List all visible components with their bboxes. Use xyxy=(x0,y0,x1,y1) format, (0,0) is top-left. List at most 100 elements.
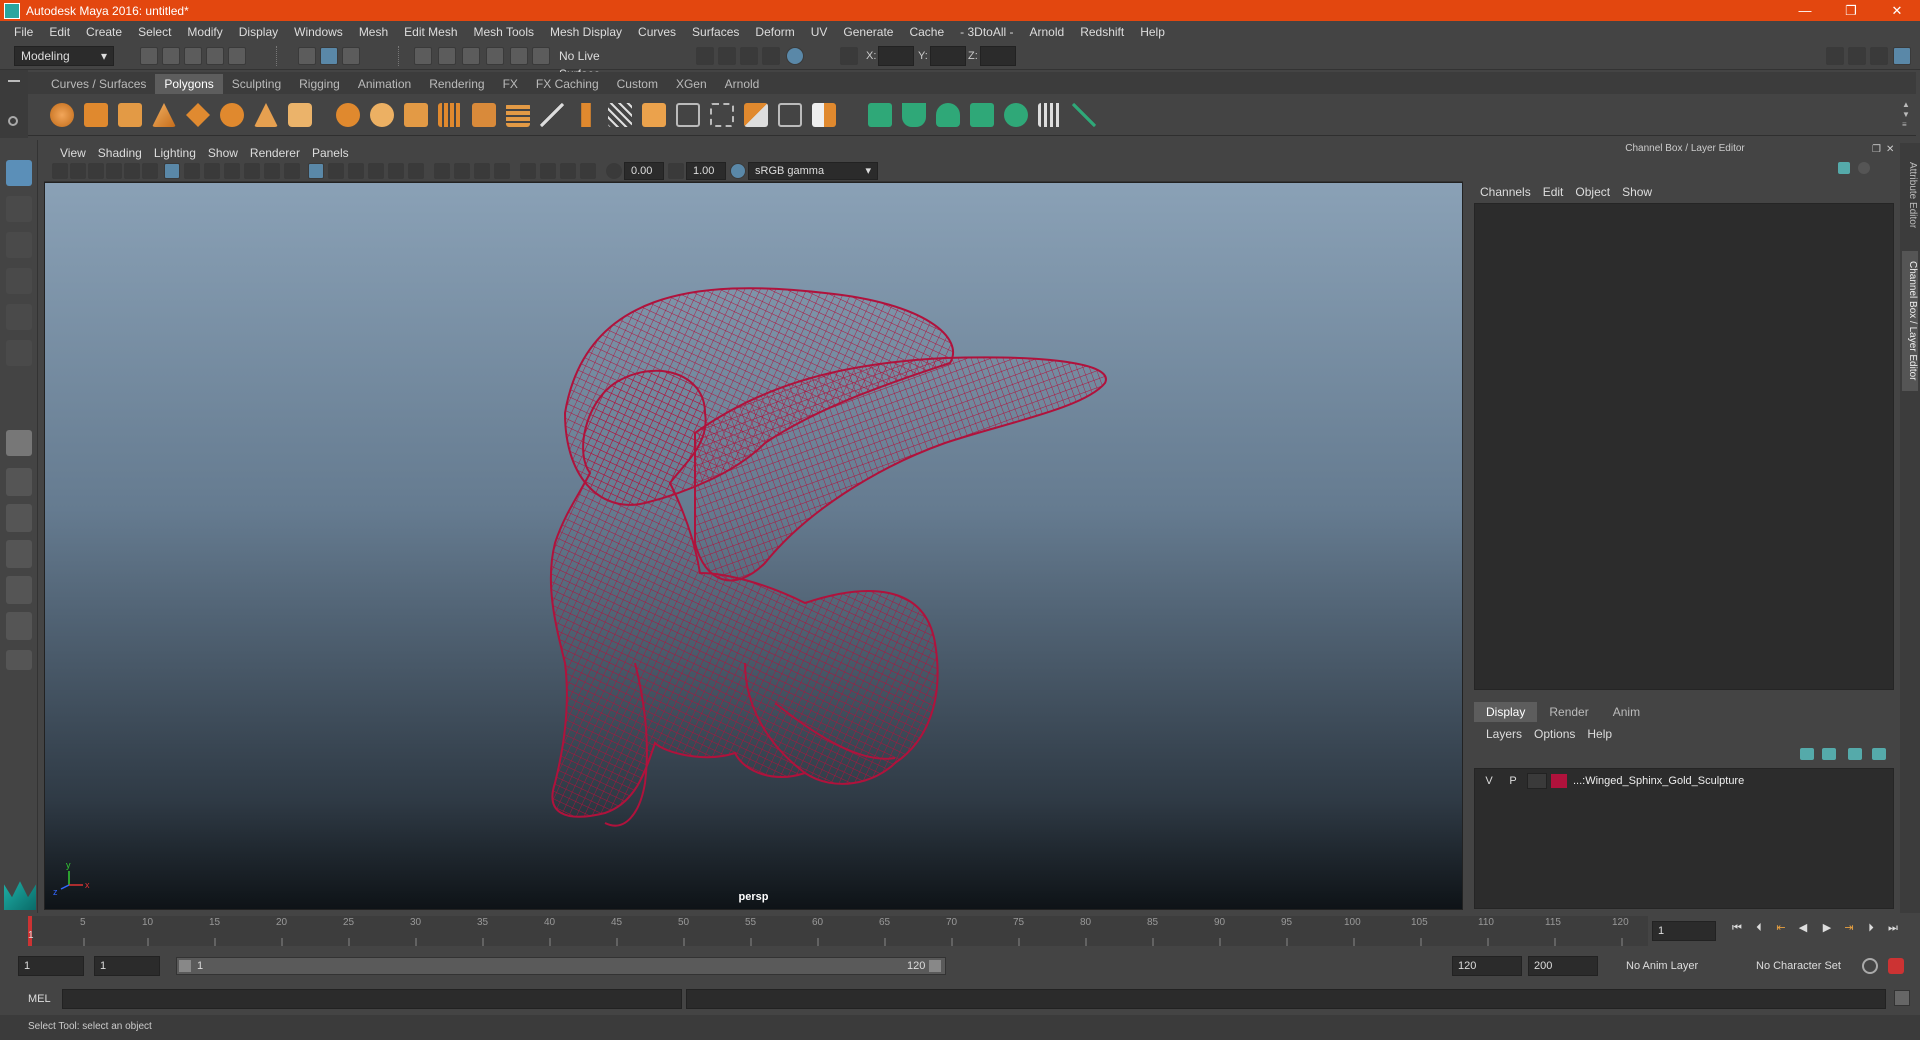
shelf-tab-polygons[interactable]: Polygons xyxy=(155,74,223,94)
isolate-select-icon[interactable] xyxy=(520,163,536,179)
perspective-viewport[interactable]: y x z persp xyxy=(44,182,1463,910)
mirror-icon[interactable] xyxy=(404,103,428,127)
animation-preferences-icon[interactable] xyxy=(1888,958,1904,974)
four-pane-layout-icon[interactable] xyxy=(6,468,32,496)
textured-icon[interactable] xyxy=(368,163,384,179)
step-forward-frame-icon[interactable]: ⏵ xyxy=(1864,921,1878,935)
gate-mask-icon[interactable] xyxy=(224,163,240,179)
z-field[interactable] xyxy=(980,46,1016,66)
make-live-icon[interactable] xyxy=(510,47,528,65)
append-polygon-icon[interactable] xyxy=(676,103,700,127)
field-chart-icon[interactable] xyxy=(244,163,260,179)
select-component-icon[interactable] xyxy=(342,47,360,65)
current-frame-field[interactable]: 1 xyxy=(1652,921,1716,941)
unfold-uv-icon[interactable] xyxy=(1004,103,1028,127)
playback-start-field[interactable]: 1 xyxy=(94,956,160,976)
color-management-icon[interactable] xyxy=(730,163,746,179)
redo-icon[interactable] xyxy=(228,47,246,65)
lasso-tool-icon[interactable] xyxy=(6,196,32,222)
bookmark-icon[interactable] xyxy=(88,163,104,179)
scene-start-field[interactable]: 1 xyxy=(18,956,84,976)
restore-button[interactable]: ❐ xyxy=(1828,3,1874,19)
layer-display-type-toggle[interactable] xyxy=(1527,773,1547,789)
range-end-handle[interactable] xyxy=(929,960,941,972)
default-material-icon[interactable] xyxy=(348,163,364,179)
automatic-mapping-icon[interactable] xyxy=(970,103,994,127)
planar-mapping-icon[interactable] xyxy=(868,103,892,127)
cb-menu-object[interactable]: Object xyxy=(1569,185,1616,199)
cylindrical-mapping-icon[interactable] xyxy=(902,103,926,127)
image-plane-icon[interactable] xyxy=(106,163,122,179)
shadows-icon[interactable] xyxy=(408,163,424,179)
xray-joints-icon[interactable] xyxy=(560,163,576,179)
shelf-tab-arnold[interactable]: Arnold xyxy=(716,74,769,94)
float-panel-icon[interactable]: ❐ xyxy=(1872,144,1881,155)
x-field[interactable] xyxy=(878,46,914,66)
open-scene-icon[interactable] xyxy=(162,47,180,65)
step-forward-key-icon[interactable]: ⇥ xyxy=(1842,921,1856,935)
safe-action-icon[interactable] xyxy=(264,163,280,179)
use-all-lights-icon[interactable] xyxy=(388,163,404,179)
minimize-button[interactable]: — xyxy=(1782,3,1828,18)
viewport-menu-panels[interactable]: Panels xyxy=(306,146,355,160)
cut-uv-icon[interactable] xyxy=(1072,103,1096,127)
attribute-editor-tab[interactable]: Attribute Editor xyxy=(1902,151,1918,239)
channel-box-tab[interactable]: Channel Box / Layer Editor xyxy=(1902,251,1918,391)
combine-icon[interactable] xyxy=(336,103,360,127)
layer-row[interactable]: V P ...:Winged_Sphinx_Gold_Sculpture xyxy=(1475,771,1893,791)
grease-pencil-icon[interactable] xyxy=(142,163,158,179)
xray-components-icon[interactable] xyxy=(580,163,596,179)
menu-arnold[interactable]: Arnold xyxy=(1022,25,1073,39)
channel-box-options-icon[interactable] xyxy=(1838,162,1850,174)
cb-menu-channels[interactable]: Channels xyxy=(1474,185,1537,199)
viewport-menu-lighting[interactable]: Lighting xyxy=(148,146,202,160)
layer-name[interactable]: ...:Winged_Sphinx_Gold_Sculpture xyxy=(1573,775,1744,787)
spherical-mapping-icon[interactable] xyxy=(936,103,960,127)
separate-icon[interactable] xyxy=(370,103,394,127)
menu-mesh[interactable]: Mesh xyxy=(351,25,396,39)
poly-pyramid-icon[interactable] xyxy=(254,103,278,127)
gamma-field[interactable]: 1.00 xyxy=(686,162,726,180)
menu-edit[interactable]: Edit xyxy=(41,25,78,39)
grid-toggle-icon[interactable] xyxy=(164,163,180,179)
move-layer-up-icon[interactable] xyxy=(1800,748,1814,760)
lock-camera-icon[interactable] xyxy=(70,163,86,179)
auto-key-icon[interactable] xyxy=(1862,958,1878,974)
menu-cache[interactable]: Cache xyxy=(901,25,952,39)
layer-playback-toggle[interactable]: P xyxy=(1503,773,1523,789)
safe-title-icon[interactable] xyxy=(284,163,300,179)
poly-torus-icon[interactable] xyxy=(220,103,244,127)
shelf-tab-rendering[interactable]: Rendering xyxy=(420,74,493,94)
xray-icon[interactable] xyxy=(540,163,556,179)
playback-end-field[interactable]: 120 xyxy=(1452,956,1522,976)
new-empty-layer-icon[interactable] xyxy=(1848,748,1862,760)
shelf-scroll-icon[interactable]: ▲ ▼ ≡ xyxy=(1902,100,1910,130)
shelf-tab-xgen[interactable]: XGen xyxy=(667,74,716,94)
menu-display[interactable]: Display xyxy=(231,25,286,39)
step-back-key-icon[interactable]: ⇤ xyxy=(1774,921,1788,935)
layer-tab-render[interactable]: Render xyxy=(1537,702,1600,722)
gamma-icon[interactable] xyxy=(668,163,684,179)
channel-box-body[interactable] xyxy=(1474,203,1894,690)
poly-pipe-icon[interactable] xyxy=(288,103,312,127)
new-layer-selected-icon[interactable] xyxy=(1872,748,1886,760)
menu-edit-mesh[interactable]: Edit Mesh xyxy=(396,25,465,39)
shelf-tab-rigging[interactable]: Rigging xyxy=(290,74,349,94)
command-language-label[interactable]: MEL xyxy=(28,993,51,1005)
snap-point-icon[interactable] xyxy=(462,47,480,65)
shelf-tab-animation[interactable]: Animation xyxy=(349,74,420,94)
menuset-dropdown[interactable]: Modeling ▾ xyxy=(14,46,114,66)
extrude-icon[interactable] xyxy=(581,103,591,127)
ipr-render-icon[interactable] xyxy=(740,47,758,65)
poly-plane-icon[interactable] xyxy=(186,103,210,127)
layer-menu-options[interactable]: Options xyxy=(1528,727,1581,741)
remesh-icon[interactable] xyxy=(506,103,530,127)
cb-menu-edit[interactable]: Edit xyxy=(1537,185,1570,199)
fill-hole-icon[interactable] xyxy=(710,103,734,127)
poly-cylinder-icon[interactable] xyxy=(118,103,142,127)
play-backwards-icon[interactable]: ◀ xyxy=(1796,921,1810,935)
channel-box-pin-icon[interactable] xyxy=(1858,162,1870,174)
transform-mode-icon[interactable] xyxy=(840,47,858,65)
attribute-editor-toggle-icon[interactable] xyxy=(1848,47,1866,65)
scene-end-field[interactable]: 200 xyxy=(1528,956,1598,976)
